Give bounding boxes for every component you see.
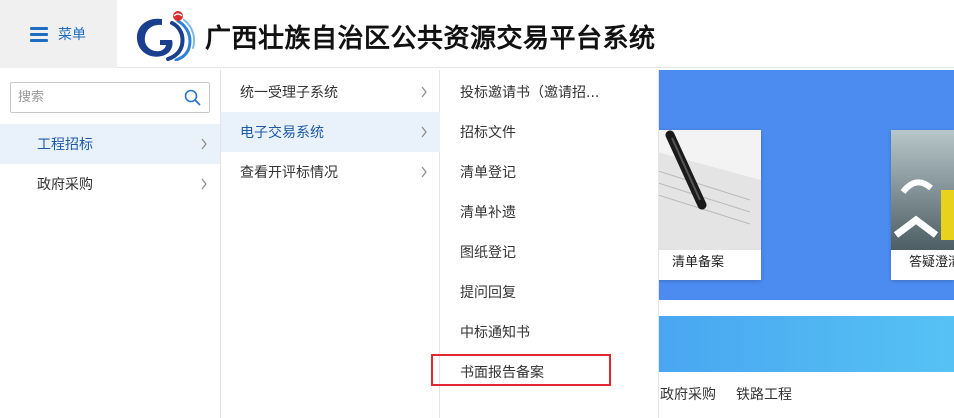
sidebar-item-government-procurement[interactable]: 政府采购 (0, 164, 220, 204)
module-card-qa[interactable]: 答疑澄清 (891, 130, 954, 280)
top-header: 菜单 广西壮族自治区公共资源交易平台系统 (0, 0, 954, 68)
menu-item-award-notice[interactable]: 中标通知书 (440, 312, 659, 352)
category-tabs: 政府采购 铁路工程 (660, 384, 792, 404)
sidebar-nav: 工程招标 政府采购 (0, 70, 221, 418)
sidebar-item-label: 政府采购 (37, 177, 93, 193)
menu-item-invitation[interactable]: 投标邀请书（邀请招... (440, 72, 659, 112)
tab-railway-engineering[interactable]: 铁路工程 (736, 384, 792, 404)
sidebar-item-label: 工程招标 (37, 137, 93, 153)
document-pen-image (650, 130, 761, 250)
app-root: 清单备案 答疑澄清 政府采购 铁路工程 菜单 (0, 0, 954, 418)
chevron-right-icon (421, 86, 427, 98)
submenu-item-label: 统一受理子系统 (240, 85, 338, 101)
submenu-item-bid-evaluation[interactable]: 查看开评标情况 (221, 152, 440, 192)
menu-button[interactable]: 菜单 (0, 0, 117, 68)
card-label: 答疑澄清 (909, 255, 954, 270)
submenu-panel: 统一受理子系统 电子交易系统 查看开评标情况 (221, 70, 440, 418)
menu-item-tender-document[interactable]: 招标文件 (440, 112, 659, 152)
menu-item-question-reply[interactable]: 提问回复 (440, 272, 659, 312)
site-title: 广西壮族自治区公共资源交易平台系统 (205, 24, 656, 54)
site-logo (136, 11, 196, 61)
menu-label: 菜单 (58, 27, 86, 43)
module-card-list-filing[interactable]: 清单备案 (650, 130, 761, 280)
qa-image (891, 130, 954, 250)
submenu-item-e-trading[interactable]: 电子交易系统 (221, 112, 440, 152)
submenu-item-label: 查看开评标情况 (240, 165, 338, 181)
chevron-right-icon (201, 178, 207, 190)
menu-item-list-registration[interactable]: 清单登记 (440, 152, 659, 192)
leaf-menu-panel: 投标邀请书（邀请招... 招标文件 清单登记 清单补遗 图纸登记 提问回复 中标… (440, 70, 659, 418)
chevron-right-icon (421, 166, 427, 178)
search-box (10, 82, 210, 113)
menu-item-written-report-filing[interactable]: 书面报告备案 (440, 352, 659, 392)
submenu-item-unified-acceptance[interactable]: 统一受理子系统 (221, 72, 440, 112)
chevron-right-icon (421, 126, 427, 138)
menu-item-drawing-registration[interactable]: 图纸登记 (440, 232, 659, 272)
tab-government-procurement[interactable]: 政府采购 (660, 384, 716, 404)
card-label: 清单备案 (672, 255, 725, 270)
sidebar-item-engineering-tender[interactable]: 工程招标 (0, 124, 220, 164)
search-input[interactable] (11, 83, 171, 112)
hamburger-icon (30, 27, 48, 42)
search-icon[interactable] (184, 89, 201, 106)
menu-item-list-addendum[interactable]: 清单补遗 (440, 192, 659, 232)
chevron-right-icon (201, 138, 207, 150)
submenu-item-label: 电子交易系统 (240, 125, 324, 141)
